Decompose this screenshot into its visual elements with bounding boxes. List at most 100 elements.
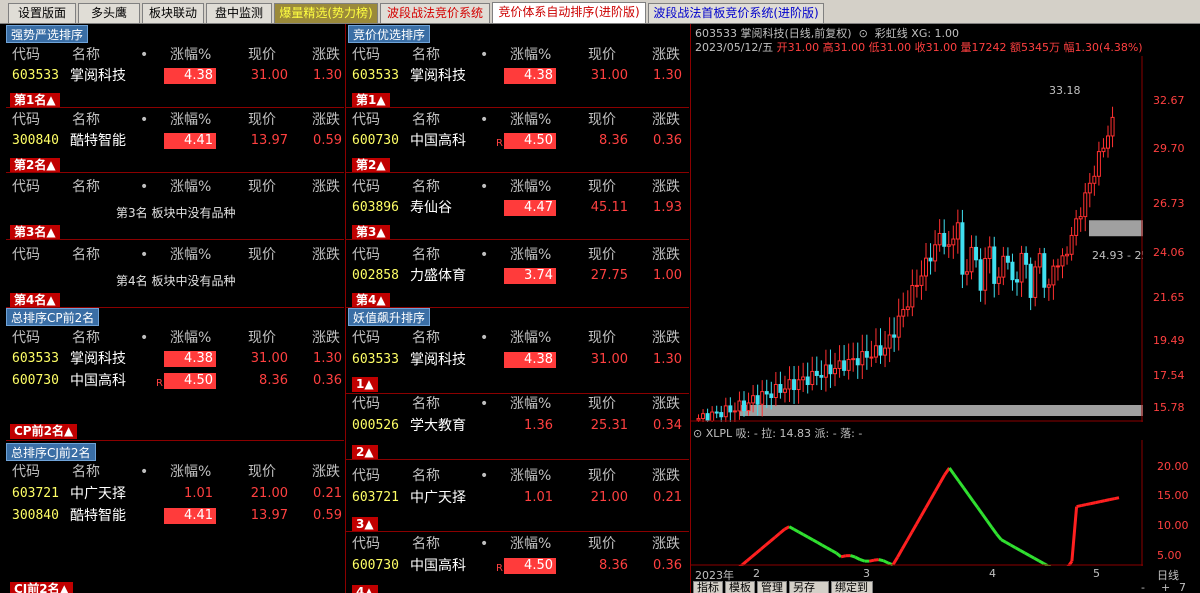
tab-0[interactable]: 设置版面 <box>8 3 76 23</box>
candle-body <box>883 347 888 356</box>
candle-body <box>782 388 787 393</box>
change-percent: 4.47 <box>504 200 556 216</box>
table-header: 代码 名称 • 涨幅% 现价 涨跌 <box>6 327 346 349</box>
current-price: 8.36 <box>599 133 628 148</box>
divider <box>6 172 344 173</box>
tab-5[interactable]: 波段战法竞价系统 <box>380 3 490 23</box>
candle-body <box>828 364 833 375</box>
header-pct: 涨幅% <box>170 179 212 195</box>
table-row[interactable]: 300840 酷特智能 4.41 13.97 0.59 <box>6 505 346 527</box>
stock-code: 603721 <box>12 486 59 501</box>
section-title-strong[interactable]: 强势严选排序 <box>6 25 89 43</box>
kline-chart-panel[interactable]: 603533 掌阅科技(日线,前复权) ⊙ 彩虹线 XG: 1.00 2023/… <box>690 24 1200 593</box>
tab-6[interactable]: 竞价体系自动排序(进阶版) <box>492 2 646 23</box>
stock-code: 300840 <box>12 508 59 523</box>
time-tick: 3 <box>863 567 870 580</box>
header-price: 现价 <box>248 179 276 195</box>
indicator-segment <box>788 525 795 531</box>
header-code: 代码 <box>12 464 40 480</box>
table-row[interactable]: 300840 酷特智能 4.41 13.97 0.59 <box>6 130 346 152</box>
table-header: 代码 名称 • 涨幅% 现价 涨跌 <box>6 244 346 266</box>
table-row[interactable]: 603533 掌阅科技 4.38 31.00 1.30 <box>346 349 686 371</box>
table-row[interactable]: 600730 中国高科 R 4.50 8.36 0.36 <box>346 130 686 152</box>
header-price: 现价 <box>588 47 616 63</box>
tab-7[interactable]: 波段战法首板竞价系统(进阶版) <box>648 3 824 23</box>
indicator-segment <box>764 540 772 547</box>
candle-body <box>801 376 806 381</box>
table-row[interactable]: 603721 中广天择 1.01 21.00 0.21 <box>346 487 686 509</box>
indicator-segment <box>778 528 786 535</box>
time-tick: 2 <box>753 567 760 580</box>
indicator-toggle-icon[interactable]: ⊙ <box>693 427 706 440</box>
chart-tab-1[interactable]: 模板 <box>725 581 755 593</box>
stock-name: 掌阅科技 <box>70 351 126 367</box>
tab-1[interactable]: 多头鹰 <box>78 3 140 23</box>
stock-name: 掌阅科技 <box>410 68 466 84</box>
table-row[interactable]: 603721 中广天择 1.01 21.00 0.21 <box>6 483 346 505</box>
table-row[interactable]: 603533 掌阅科技 4.38 31.00 1.30 <box>6 65 346 87</box>
stock-name: 掌阅科技 <box>410 352 466 368</box>
indicator-segment <box>1109 497 1115 502</box>
table-row[interactable]: 000526 学大教育 1.36 25.31 0.34 <box>346 415 686 437</box>
header-name: 名称 <box>72 330 100 346</box>
header-name: 名称 <box>412 247 440 263</box>
kline-plot[interactable]: 33.18← 14.8115.35 - 16.0024.93 - 25财 <box>691 56 1143 422</box>
header-pct: 涨幅% <box>510 536 552 552</box>
section-title-cp[interactable]: 总排序CP前2名 <box>6 308 100 326</box>
candle-body <box>814 370 819 376</box>
header-dot: • <box>480 330 489 346</box>
divider <box>6 239 344 240</box>
tab-2[interactable]: 板块联动 <box>142 3 204 23</box>
indicator-plot[interactable] <box>691 440 1143 566</box>
header-dot: • <box>140 179 149 195</box>
chart-tab-0[interactable]: 指标 <box>693 581 723 593</box>
header-pct: 涨幅% <box>510 179 552 195</box>
chart-tab-2[interactable]: 管理 <box>757 581 787 593</box>
header-code: 代码 <box>352 468 380 484</box>
stock-code: 600730 <box>352 558 399 573</box>
table-row[interactable]: 603896 寿仙谷 4.47 45.11 1.93 <box>346 197 686 219</box>
stock-name: 中国高科 <box>70 373 126 389</box>
chart-zoom-2[interactable]: 7 <box>1179 581 1186 593</box>
indicator-segment <box>812 538 819 544</box>
section-title-auction[interactable]: 竞价优选排序 <box>348 25 431 43</box>
chart-zoom-1[interactable]: + <box>1161 581 1170 593</box>
header-name: 名称 <box>412 536 440 552</box>
change-percent: 1.01 <box>524 490 553 505</box>
indicator-segment <box>1000 538 1007 544</box>
indicator-segment <box>859 558 866 563</box>
candle-body <box>933 244 938 262</box>
price-change: 1.30 <box>313 68 342 83</box>
candle-body <box>787 379 792 390</box>
stock-name: 酷特智能 <box>70 133 126 149</box>
candle-body <box>1010 261 1015 281</box>
chart-zoom-0[interactable]: - <box>1141 581 1145 593</box>
table-row[interactable]: 603533 掌阅科技 4.38 31.00 1.30 <box>6 348 346 370</box>
candle-body <box>910 284 915 308</box>
candle-body <box>974 246 979 261</box>
header-chg: 涨跌 <box>652 330 680 346</box>
top-tab-bar: 设置版面 多头鹰 板块联动 盘中监测 爆量精选(势力榜) 波段战法竞价系统 竞价体系自动排序… <box>0 0 1200 24</box>
table-row[interactable]: 600730 中国高科 R 4.50 8.36 0.36 <box>6 370 346 392</box>
table-row[interactable]: 600730 中国高科 R 4.50 8.36 0.36 <box>346 555 686 577</box>
candle-body <box>905 306 910 311</box>
stock-code: 600730 <box>352 133 399 148</box>
header-pct: 涨幅% <box>510 330 552 346</box>
table-row[interactable]: 002858 力盛体育 3.74 27.75 1.00 <box>346 265 686 287</box>
chart-tab-4[interactable]: 绑定到 <box>831 581 873 593</box>
chart-tab-3[interactable]: 另存为 <box>789 581 829 593</box>
table-row[interactable]: 603533 掌阅科技 4.38 31.00 1.30 <box>346 65 686 87</box>
section-title-surge[interactable]: 妖值飙升排序 <box>348 308 431 326</box>
header-dot: • <box>140 464 149 480</box>
candle-body <box>764 391 769 395</box>
tab-3[interactable]: 盘中监测 <box>206 3 272 23</box>
indicator-segment <box>967 493 975 502</box>
divider <box>346 172 689 173</box>
candle-body <box>842 360 847 371</box>
indicator-segment <box>750 551 758 559</box>
candle-body <box>1019 252 1024 283</box>
section-title-cj[interactable]: 总排序CJ前2名 <box>6 443 96 461</box>
current-price: 25.31 <box>590 418 628 433</box>
tab-4[interactable]: 爆量精选(势力榜) <box>274 3 378 23</box>
header-dot: • <box>140 47 149 63</box>
